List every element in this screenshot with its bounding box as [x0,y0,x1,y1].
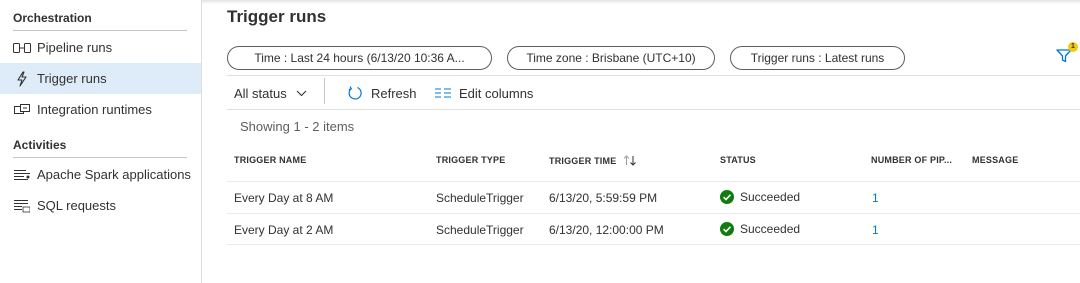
row-divider [227,181,1080,182]
item-count-text: Showing 1 - 2 items [240,119,355,134]
sidebar-item-label: Pipeline runs [37,40,113,55]
toolbar-separator [324,78,325,104]
column-header-trigger-name[interactable]: TRIGGER NAME [234,155,306,165]
page-title: Trigger runs [227,7,327,26]
trigger-type-cell: ScheduleTrigger [436,223,524,237]
sidebar-item-trigger-runs[interactable]: Trigger runs [0,63,201,94]
chevron-down-icon [296,90,307,97]
success-check-icon [720,190,734,204]
trigger-type-cell: ScheduleTrigger [436,191,524,205]
pipeline-runs-icon [13,40,31,56]
section-heading-activities: Activities [13,138,67,152]
time-zone-filter[interactable]: Time zone : Brisbane (UTC+10) [507,46,715,70]
column-header-label: TRIGGER TIME [549,155,617,166]
sort-icon [623,155,637,166]
trigger-runs-filter[interactable]: Trigger runs : Latest runs [730,46,905,70]
sidebar: Orchestration Pipeline runs Trigger runs… [0,0,202,283]
status-label: Succeeded [740,222,801,236]
toolbar-bottom-border [227,109,1080,110]
trigger-time-cell: 6/13/20, 5:59:59 PM [549,191,658,205]
filter-count-badge: 1 [1068,42,1078,52]
status-cell: Succeeded [720,222,800,236]
edit-columns-label: Edit columns [459,85,534,101]
sidebar-item-label: Integration runtimes [37,102,152,117]
sidebar-item-label: Apache Spark applications [37,167,191,182]
section-divider [13,157,187,158]
column-header-status[interactable]: STATUS [720,155,756,165]
success-check-icon [720,222,734,236]
pipeline-count-link[interactable]: 1 [872,223,879,237]
section-divider [13,30,187,31]
row-divider [227,213,1080,214]
refresh-icon [347,85,363,101]
refresh-button[interactable]: Refresh [347,84,417,102]
spark-applications-icon [13,167,31,183]
trigger-runs-icon [13,70,31,87]
status-label: Succeeded [740,190,801,204]
section-heading-orchestration: Orchestration [13,11,92,25]
pipeline-count-link[interactable]: 1 [872,191,879,205]
trigger-name-cell: Every Day at 2 AM [234,223,334,237]
trigger-time-cell: 6/13/20, 12:00:00 PM [549,223,664,237]
toolbar-top-border [227,75,1080,76]
sidebar-item-integration-runtimes[interactable]: Integration runtimes [0,94,201,125]
column-header-message[interactable]: MESSAGE [972,155,1018,165]
sidebar-item-label: SQL requests [37,198,117,213]
column-header-trigger-time[interactable]: TRIGGER TIME [549,155,637,166]
integration-runtimes-icon [13,102,31,118]
sql-requests-icon [13,198,31,214]
edit-columns-button[interactable]: Edit columns [435,84,533,102]
status-dropdown[interactable]: All status [234,84,307,102]
status-dropdown-label: All status [234,85,287,101]
row-divider [227,244,1080,245]
column-header-number-of-pipelines[interactable]: NUMBER OF PIP... [871,155,952,165]
sidebar-item-pipeline-runs[interactable]: Pipeline runs [0,32,201,63]
column-header-trigger-type[interactable]: TRIGGER TYPE [436,155,505,165]
status-cell: Succeeded [720,190,800,204]
sidebar-item-sql-requests[interactable]: SQL requests [0,190,201,221]
sidebar-item-apache-spark-applications[interactable]: Apache Spark applications [0,159,201,190]
edit-columns-icon [435,87,451,99]
trigger-name-cell: Every Day at 8 AM [234,191,334,205]
refresh-label: Refresh [371,85,417,101]
time-range-filter[interactable]: Time : Last 24 hours (6/13/20 10:36 A... [227,46,492,70]
sidebar-item-label: Trigger runs [37,71,107,86]
